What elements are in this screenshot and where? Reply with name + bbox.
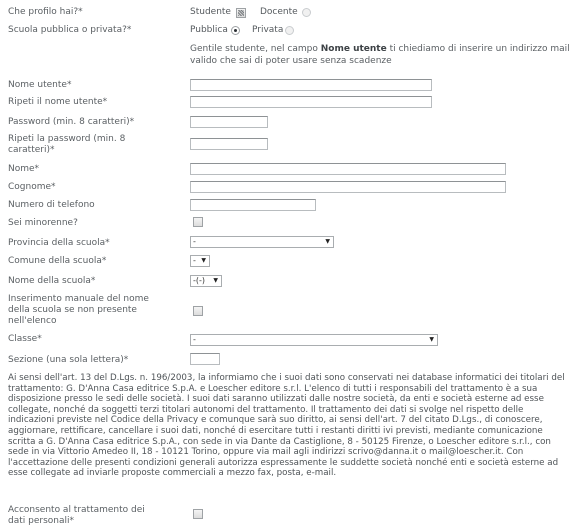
class-label: Classe* [8,334,42,344]
school-name-select[interactable]: -(-) ▼ [190,275,222,287]
profile-docente-radio[interactable] [302,8,311,17]
province-label: Provincia della scuola* [8,238,110,248]
school-type-label: Scuola pubblica o privata?* [8,25,132,35]
municipality-select[interactable]: - ▼ [190,255,210,267]
password-repeat-input[interactable] [190,138,268,150]
info-note-text-1: Gentile studente, nel campo [190,44,321,54]
manual-school-label: Inserimento manuale del nome della scuol… [8,294,149,326]
last-name-label: Cognome* [8,182,56,192]
username-input[interactable] [190,79,432,91]
username-label: Nome utente* [8,80,72,90]
school-type-row: Scuola pubblica o privata?* Pubblica Pri… [0,24,572,38]
password-label: Password (min. 8 caratteri)* [8,117,135,127]
section-label: Sezione (una sola lettera)* [8,355,129,365]
province-select-value: - [193,237,196,246]
profile-studente-checkbox[interactable] [236,8,246,18]
username-repeat-input[interactable] [190,96,432,108]
manual-school-checkbox[interactable] [193,306,203,316]
school-type-public-label: Pubblica [190,25,228,35]
province-select[interactable]: - ▼ [190,236,334,248]
chevron-down-icon: ▼ [213,277,218,284]
chevron-down-icon: ▼ [201,257,206,264]
profile-row: Che profilo hai?* Studente Docente [0,6,572,20]
consent-checkbox[interactable] [193,509,203,519]
username-repeat-label: Ripeti il nome utente* [8,97,108,107]
school-type-private-label: Privata [252,25,284,35]
password-repeat-label: Ripeti la password (min. 8 caratteri)* [8,134,126,155]
last-name-input[interactable] [190,181,506,193]
minor-checkbox[interactable] [193,217,203,227]
profile-option-docente-label: Docente [260,7,298,17]
password-input[interactable] [190,116,268,128]
section-input[interactable] [190,353,220,365]
municipality-label: Comune della scuola* [8,256,107,266]
school-name-select-value: -(-) [193,276,206,285]
municipality-select-value: - [193,256,196,265]
minor-label: Sei minorenne? [8,218,78,228]
class-select-value: - [193,335,196,344]
profile-option-studente-label: Studente [190,7,231,17]
class-select[interactable]: - ▼ [190,334,438,346]
chevron-down-icon: ▼ [429,336,434,343]
registration-form: Che profilo hai?* Studente Docente Scuol… [0,0,572,526]
school-name-label: Nome della scuola* [8,276,96,286]
chevron-down-icon: ▼ [325,238,330,245]
first-name-label: Nome* [8,164,40,174]
info-note-bold: Nome utente [320,44,387,54]
profile-label: Che profilo hai?* [8,7,83,17]
username-info-note: Gentile studente, nel campo Nome utente … [190,43,570,67]
first-name-input[interactable] [190,163,506,175]
phone-input[interactable] [190,199,316,211]
school-type-private-radio[interactable] [285,26,294,35]
privacy-notice: Ai sensi dell'art. 13 del D.Lgs. n. 196/… [8,373,565,479]
school-type-public-radio[interactable] [231,26,240,35]
phone-label: Numero di telefono [8,200,95,210]
consent-label: Acconsento al trattamento dei dati perso… [8,505,145,526]
